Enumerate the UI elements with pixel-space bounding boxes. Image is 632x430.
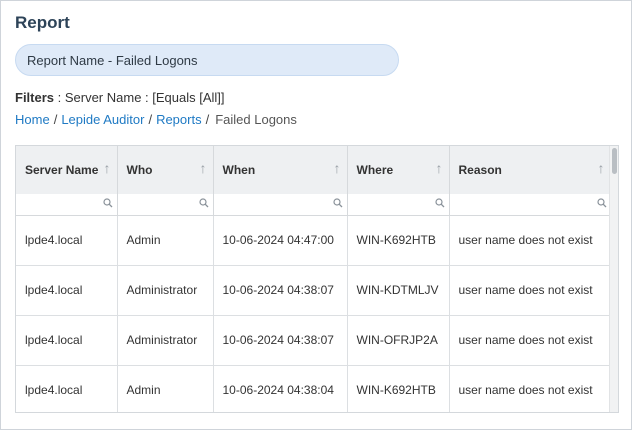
cell-when: 10-06-2024 04:38:04 (213, 365, 348, 412)
column-header-server-name[interactable]: Server Name ↑ (16, 146, 118, 194)
sort-arrow-icon[interactable]: ↑ (436, 160, 443, 176)
filters-value: : Server Name : [Equals [All]] (54, 90, 225, 105)
table-row[interactable]: lpde4.local Administrator 10-06-2024 04:… (16, 315, 612, 366)
filters-summary: Filters : Server Name : [Equals [All]] (15, 90, 225, 105)
cell-who: Administrator (117, 315, 214, 366)
report-table: Server Name ↑ Who ↑ When ↑ Where ↑ Reason ↑ l… (16, 146, 612, 412)
page-title: Report (15, 13, 70, 32)
column-header-reason[interactable]: Reason ↑ (449, 146, 612, 194)
cell-where: WIN-K692HTB (347, 215, 450, 266)
cell-when: 10-06-2024 04:38:07 (213, 265, 348, 316)
cell-who: Admin (117, 365, 214, 412)
cell-who: Administrator (117, 265, 214, 316)
search-icon[interactable] (332, 198, 343, 208)
report-grid: Server Name ↑ Who ↑ When ↑ Where ↑ Reason ↑ l… (15, 145, 619, 413)
vertical-scrollbar[interactable] (609, 146, 618, 412)
column-header-where[interactable]: Where ↑ (347, 146, 450, 194)
cell-where: WIN-K692HTB (347, 365, 450, 412)
cell-server-name: lpde4.local (16, 315, 118, 366)
sort-arrow-icon[interactable]: ↑ (334, 160, 341, 176)
table-row[interactable]: lpde4.local Admin 10-06-2024 04:47:00 WI… (16, 215, 612, 266)
cell-server-name: lpde4.local (16, 215, 118, 266)
filter-input-server-name[interactable] (16, 194, 117, 215)
search-icon[interactable] (102, 198, 113, 208)
breadcrumb-home[interactable]: Home (15, 112, 50, 127)
cell-where: WIN-KDTMLJV (347, 265, 450, 316)
table-row[interactable]: lpde4.local Administrator 10-06-2024 04:… (16, 265, 612, 316)
search-icon[interactable] (434, 198, 445, 208)
breadcrumb-current: Failed Logons (215, 112, 297, 127)
table-row[interactable]: lpde4.local Admin 10-06-2024 04:38:04 WI… (16, 365, 612, 412)
cell-reason: user name does not exist (449, 365, 612, 412)
cell-where: WIN-OFRJP2A (347, 315, 450, 366)
column-header-who[interactable]: Who ↑ (117, 146, 214, 194)
report-name-label: Report Name - Failed Logons (27, 52, 198, 68)
cell-reason: user name does not exist (449, 265, 612, 316)
search-icon[interactable] (198, 198, 209, 208)
breadcrumb-separator: / (148, 112, 153, 127)
cell-when: 10-06-2024 04:47:00 (213, 215, 348, 266)
breadcrumb: Home / Lepide Auditor / Reports / Failed… (15, 112, 297, 127)
column-header-when[interactable]: When ↑ (213, 146, 348, 194)
filters-label: Filters (15, 90, 55, 105)
breadcrumb-separator: / (205, 112, 210, 127)
breadcrumb-separator: / (53, 112, 58, 127)
cell-server-name: lpde4.local (16, 365, 118, 412)
filter-input-reason[interactable] (449, 194, 611, 215)
breadcrumb-lepide-auditor[interactable]: Lepide Auditor (61, 112, 144, 127)
cell-who: Admin (117, 215, 214, 266)
filter-input-when[interactable] (213, 194, 347, 215)
sort-arrow-icon[interactable]: ↑ (598, 160, 605, 176)
report-panel: Report Report Name - Failed Logons Filte… (0, 0, 632, 430)
cell-reason: user name does not exist (449, 215, 612, 266)
breadcrumb-reports[interactable]: Reports (156, 112, 202, 127)
sort-arrow-icon[interactable]: ↑ (200, 160, 207, 176)
search-icon[interactable] (596, 198, 607, 208)
cell-when: 10-06-2024 04:38:07 (213, 315, 348, 366)
cell-server-name: lpde4.local (16, 265, 118, 316)
cell-reason: user name does not exist (449, 315, 612, 366)
sort-arrow-icon[interactable]: ↑ (104, 160, 111, 176)
report-name-field: Report Name - Failed Logons (15, 44, 399, 76)
filter-input-where[interactable] (347, 194, 449, 215)
scrollbar-thumb[interactable] (612, 148, 617, 174)
